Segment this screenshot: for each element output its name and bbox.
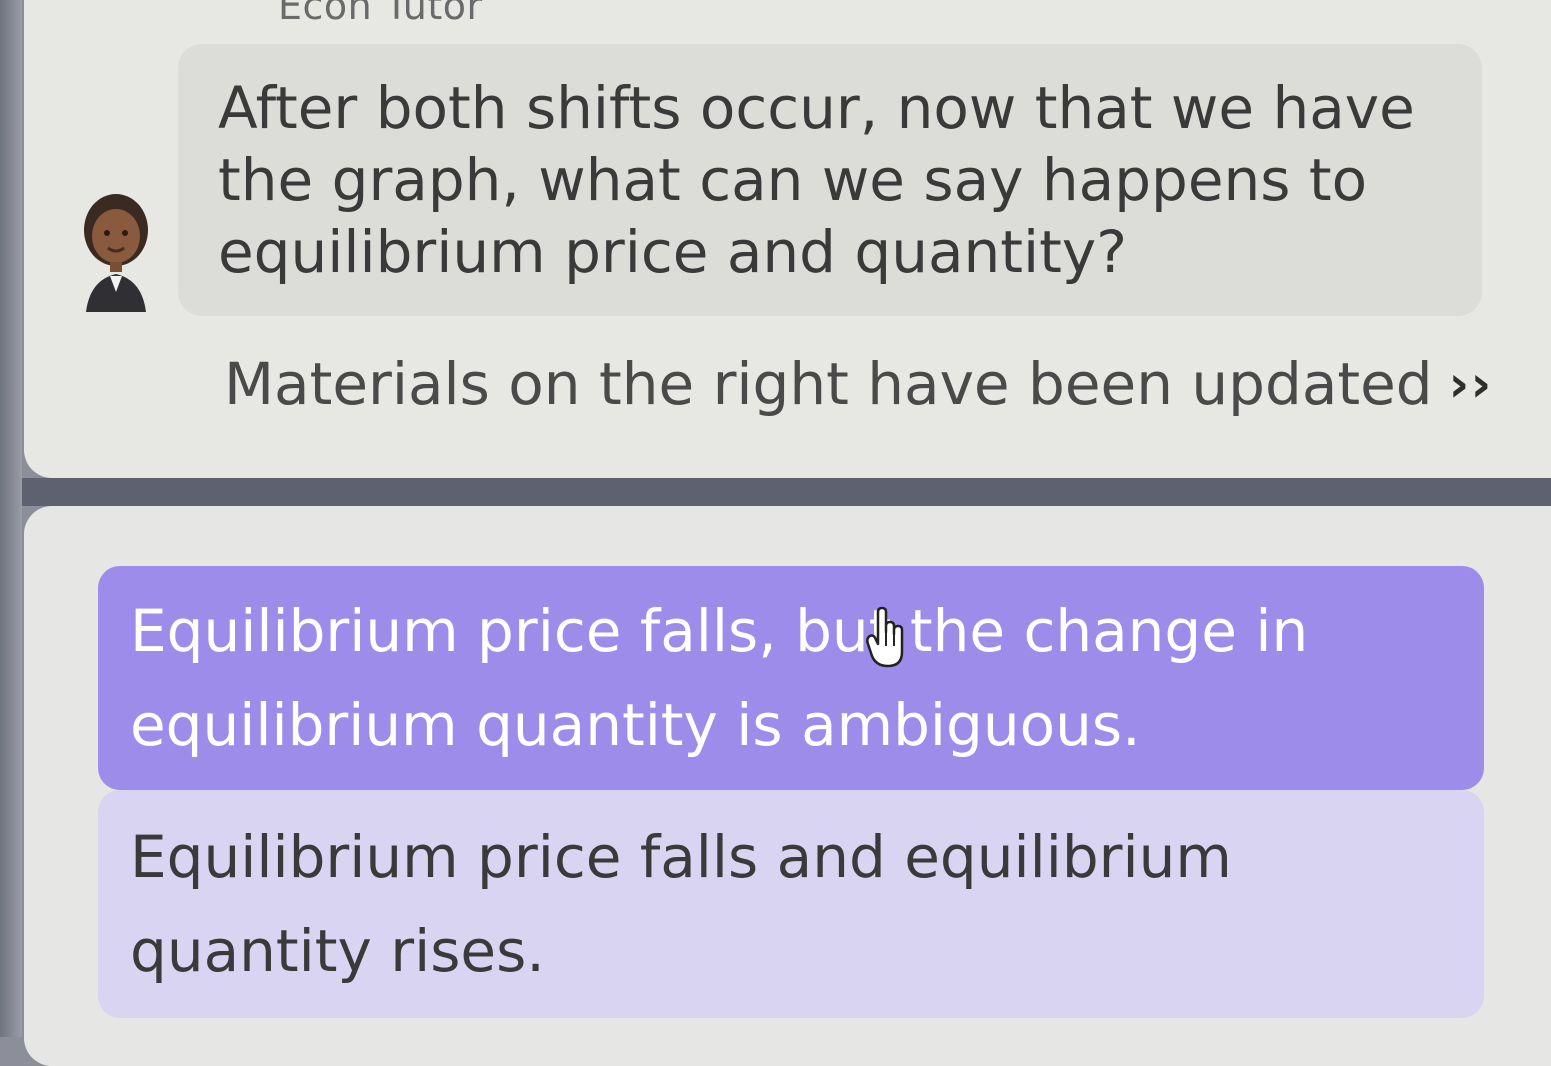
- window-edge: [0, 0, 22, 1037]
- answer-option-2[interactable]: Equilibrium price falls and equilibrium …: [98, 790, 1484, 1018]
- tutor-avatar-icon: [80, 188, 152, 318]
- materials-updated-link[interactable]: Materials on the right have been updated…: [224, 350, 1492, 418]
- answer-option-label: Equilibrium price falls and equilibrium …: [130, 823, 1232, 985]
- tutor-message-text: After both shifts occur, now that we hav…: [218, 74, 1415, 286]
- answer-option-1[interactable]: Equilibrium price falls, but the change …: [98, 566, 1484, 790]
- double-chevron-right-icon: › ›: [1448, 355, 1492, 413]
- materials-updated-label: Materials on the right have been updated: [224, 350, 1433, 418]
- sender-name: Econ Tutor: [278, 0, 483, 28]
- panel-divider: [22, 478, 1551, 506]
- answer-option-label: Equilibrium price falls, but the change …: [130, 597, 1309, 759]
